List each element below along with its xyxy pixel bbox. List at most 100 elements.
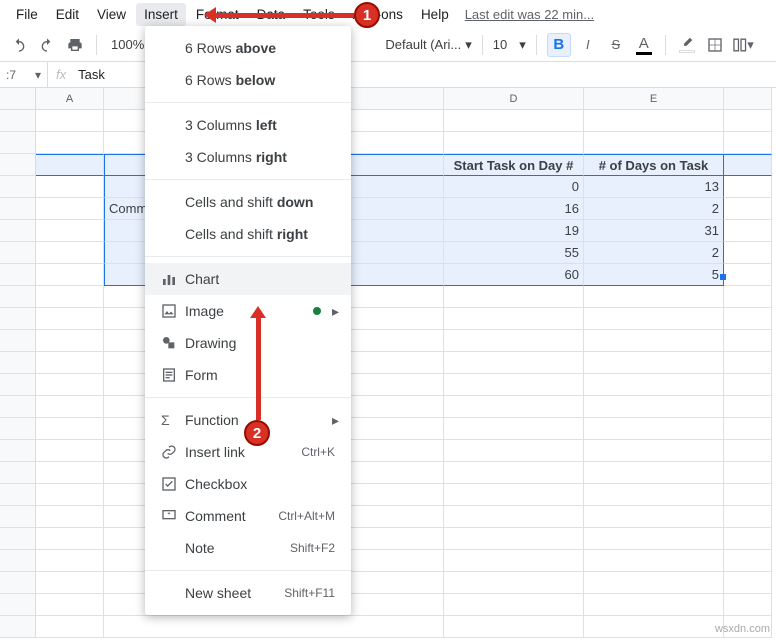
strikethrough-button[interactable]: S <box>605 34 627 56</box>
grid-row: 1931 <box>0 220 776 242</box>
spreadsheet-grid: A D E Start Task on Day ## of Days on Ta… <box>0 88 776 638</box>
link-icon <box>161 444 185 460</box>
menu-insert[interactable]: Insert <box>136 3 186 26</box>
chevron-right-icon: ▸ <box>332 412 339 429</box>
insert-cols-right[interactable]: 3 Columns right <box>145 141 351 173</box>
insert-cols-left[interactable]: 3 Columns left <box>145 109 351 141</box>
annotation-badge-2: 2 <box>244 420 270 446</box>
row-header[interactable] <box>0 220 36 242</box>
insert-new-sheet[interactable]: New sheetShift+F11 <box>145 577 351 609</box>
grid-row <box>0 286 776 308</box>
fill-color-button[interactable] <box>676 34 698 56</box>
annotation-arrow-1 <box>208 13 354 18</box>
cell[interactable]: 31 <box>584 220 724 242</box>
cell[interactable]: Start Task on Day # <box>444 154 584 176</box>
row-header[interactable] <box>0 176 36 198</box>
row-header[interactable] <box>0 484 36 506</box>
insert-rows-above[interactable]: 6 Rows above <box>145 32 351 64</box>
row-header[interactable] <box>0 154 36 176</box>
cell[interactable]: 55 <box>444 242 584 264</box>
cell[interactable]: 60 <box>444 264 584 286</box>
row-header[interactable] <box>0 528 36 550</box>
insert-form[interactable]: Form <box>145 359 351 391</box>
insert-image[interactable]: Image▸ <box>145 295 351 327</box>
grid-row: Commence162 <box>0 198 776 220</box>
select-all-corner[interactable] <box>0 88 36 110</box>
name-box[interactable]: :7 ▾ <box>0 62 48 87</box>
row-header[interactable] <box>0 418 36 440</box>
selection-handle[interactable] <box>720 274 726 280</box>
formula-input[interactable]: Task <box>74 67 109 82</box>
row-header[interactable] <box>0 594 36 616</box>
row-header[interactable] <box>0 110 36 132</box>
col-header-d[interactable]: D <box>444 88 584 110</box>
menu-file[interactable]: File <box>8 3 46 26</box>
insert-drawing[interactable]: Drawing <box>145 327 351 359</box>
font-family-select[interactable]: Default (Ari... ▾ <box>385 37 471 53</box>
row-header[interactable] <box>0 396 36 418</box>
cell[interactable]: 2 <box>584 242 724 264</box>
row-header[interactable] <box>0 506 36 528</box>
borders-button[interactable] <box>704 34 726 56</box>
row-header[interactable] <box>0 550 36 572</box>
row-header[interactable] <box>0 198 36 220</box>
row-header[interactable] <box>0 440 36 462</box>
menu-help[interactable]: Help <box>413 3 457 26</box>
last-edit-link[interactable]: Last edit was 22 min <box>465 7 594 22</box>
menu-edit[interactable]: Edit <box>48 3 87 26</box>
col-header-a[interactable]: A <box>36 88 104 110</box>
row-header[interactable] <box>0 352 36 374</box>
row-header[interactable] <box>0 330 36 352</box>
insert-cells-shift-down[interactable]: Cells and shift down <box>145 186 351 218</box>
row-header[interactable] <box>0 462 36 484</box>
insert-comment[interactable]: CommentCtrl+Alt+M <box>145 500 351 532</box>
row-header[interactable] <box>0 308 36 330</box>
insert-checkbox[interactable]: Checkbox <box>145 468 351 500</box>
row-header[interactable] <box>0 132 36 154</box>
annotation-arrow-2 <box>256 310 261 420</box>
cell[interactable]: 13 <box>584 176 724 198</box>
redo-icon[interactable] <box>36 34 58 56</box>
grid-row <box>0 550 776 572</box>
cell[interactable]: 19 <box>444 220 584 242</box>
col-header-e[interactable]: E <box>584 88 724 110</box>
grid-row <box>0 462 776 484</box>
cell[interactable]: 2 <box>584 198 724 220</box>
image-icon <box>161 303 185 319</box>
undo-icon[interactable] <box>8 34 30 56</box>
row-header[interactable] <box>0 616 36 638</box>
bold-button[interactable]: B <box>547 33 571 57</box>
formula-bar: :7 ▾ fx Task <box>0 62 776 88</box>
menu-view[interactable]: View <box>89 3 134 26</box>
col-header-f[interactable] <box>724 88 772 110</box>
insert-chart[interactable]: Chart <box>145 263 351 295</box>
grid-row <box>0 440 776 462</box>
row-header[interactable] <box>0 264 36 286</box>
row-header[interactable] <box>0 374 36 396</box>
cell[interactable]: 16 <box>444 198 584 220</box>
grid-row <box>0 352 776 374</box>
fx-icon: fx <box>48 67 74 82</box>
insert-rows-below[interactable]: 6 Rows below <box>145 64 351 96</box>
font-size-select[interactable]: 10▾ <box>493 37 526 53</box>
cell[interactable]: 5 <box>584 264 724 286</box>
toolbar: 100% ▾ Default (Ari... ▾ 10▾ B I S A ▾ <box>0 28 776 62</box>
grid-row <box>0 132 776 154</box>
form-icon <box>161 367 185 383</box>
cell[interactable]: # of Days on Task <box>584 154 724 176</box>
insert-note[interactable]: NoteShift+F2 <box>145 532 351 564</box>
text-color-button[interactable]: A <box>633 34 655 56</box>
grid-row: 552 <box>0 242 776 264</box>
cell[interactable]: 0 <box>444 176 584 198</box>
row-header[interactable] <box>0 286 36 308</box>
print-icon[interactable] <box>64 34 86 56</box>
grid-row <box>0 572 776 594</box>
chevron-right-icon: ▸ <box>332 303 339 320</box>
grid-row: 605 <box>0 264 776 286</box>
italic-button[interactable]: I <box>577 34 599 56</box>
insert-cells-shift-right[interactable]: Cells and shift right <box>145 218 351 250</box>
row-header[interactable] <box>0 572 36 594</box>
grid-row: 013 <box>0 176 776 198</box>
row-header[interactable] <box>0 242 36 264</box>
merge-button[interactable]: ▾ <box>732 34 754 56</box>
